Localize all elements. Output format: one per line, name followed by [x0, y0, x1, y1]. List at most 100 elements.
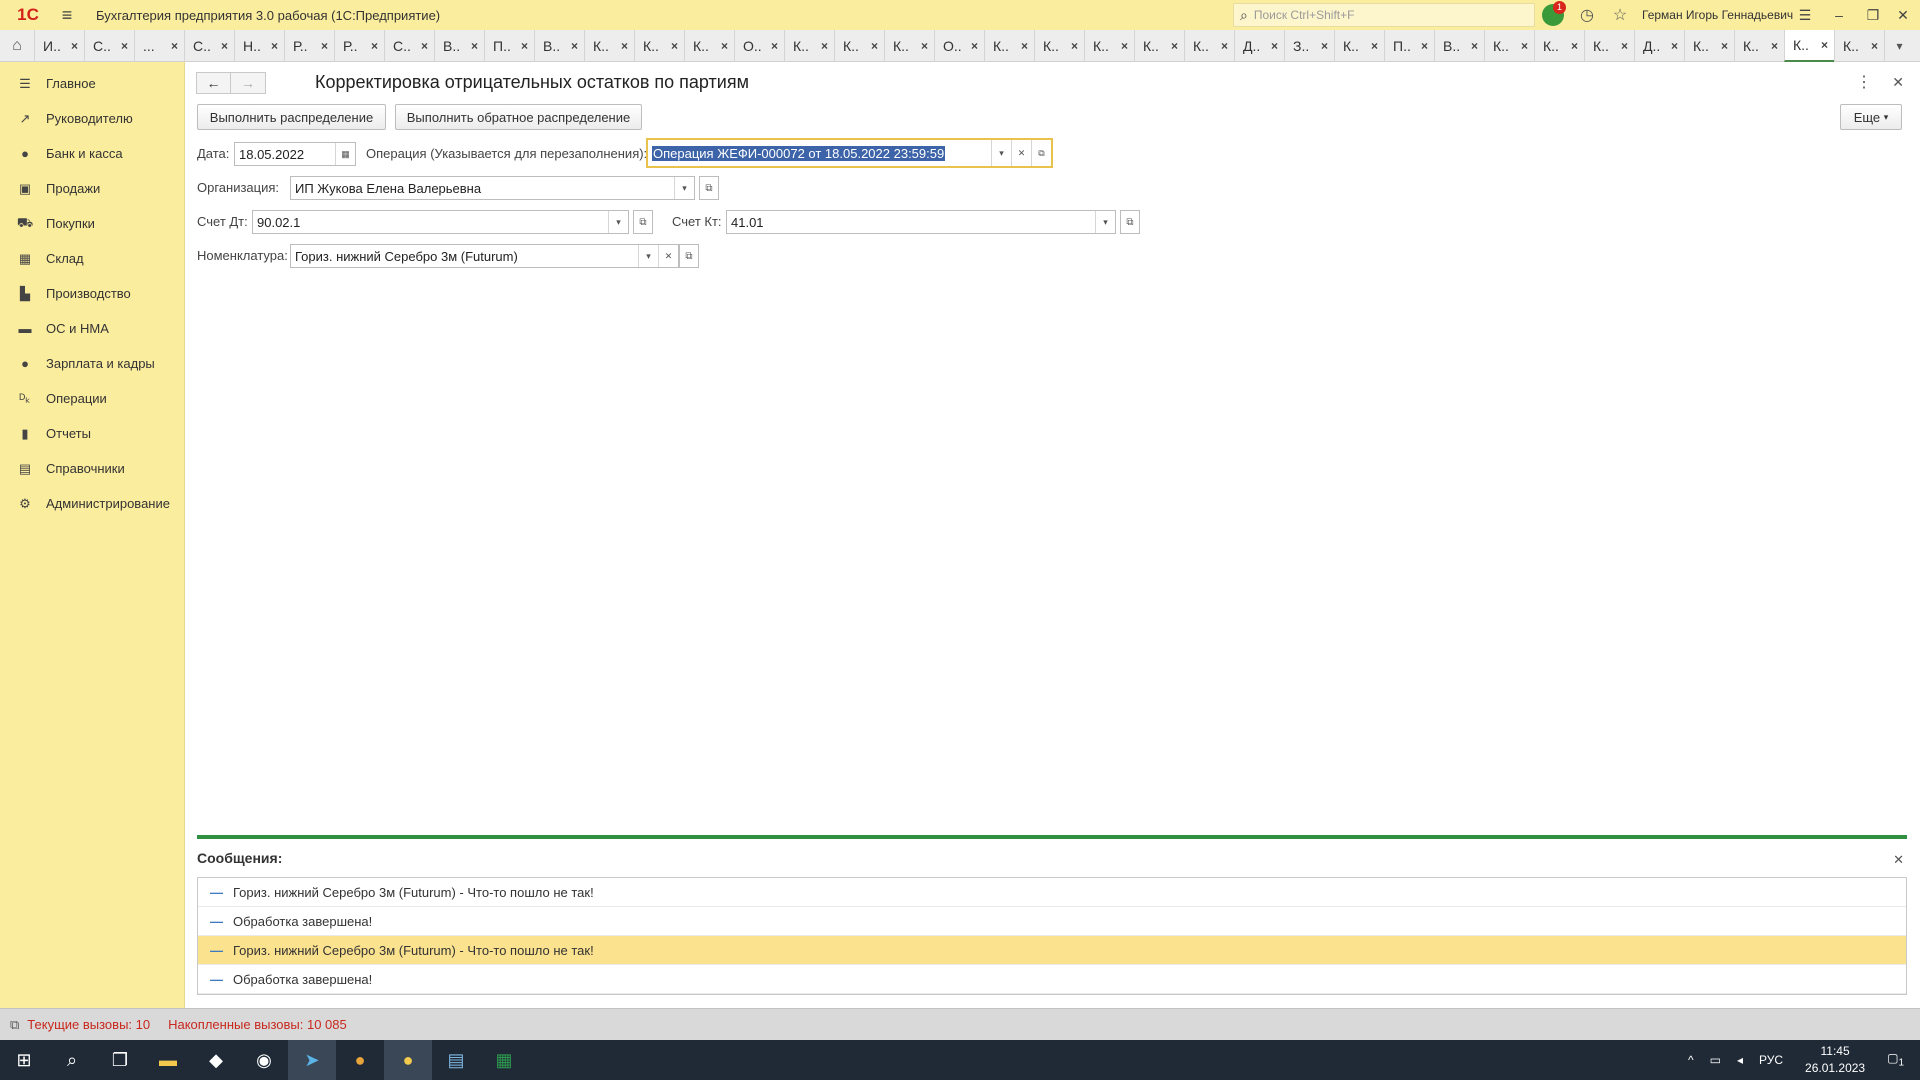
sidebar-item[interactable]: ⚙ Администрирование: [0, 486, 184, 521]
close-form-icon[interactable]: ✕: [1892, 74, 1904, 91]
message-row[interactable]: — Обработка завершена!: [198, 907, 1906, 936]
close-tab-icon[interactable]: ×: [771, 39, 778, 53]
close-tab-icon[interactable]: ×: [1271, 39, 1278, 53]
close-tab-icon[interactable]: ×: [621, 39, 628, 53]
sidebar-item[interactable]: ▬ ОС и НМА: [0, 311, 184, 346]
clear-icon[interactable]: ✕: [658, 245, 678, 267]
reverse-distribute-button[interactable]: Выполнить обратное распределение: [395, 104, 642, 130]
close-tab-icon[interactable]: ×: [1771, 39, 1778, 53]
close-tab-icon[interactable]: ×: [1621, 39, 1628, 53]
close-tab-icon[interactable]: ×: [721, 39, 728, 53]
message-row[interactable]: — Обработка завершена!: [198, 965, 1906, 994]
open-icon[interactable]: ⧉: [679, 244, 699, 268]
sidebar-item[interactable]: ● Зарплата и кадры: [0, 346, 184, 381]
calendar-icon[interactable]: ▦: [335, 143, 355, 165]
tab[interactable]: К.. ×: [984, 29, 1034, 62]
language-indicator[interactable]: РУС: [1759, 1053, 1783, 1067]
network-icon[interactable]: ▭: [1710, 1053, 1721, 1067]
more-options-icon[interactable]: ⋮: [1856, 72, 1872, 92]
close-tab-icon[interactable]: ×: [1221, 39, 1228, 53]
tab[interactable]: К.. ×: [1134, 29, 1184, 62]
tab[interactable]: К.. ×: [1034, 29, 1084, 62]
dropdown-icon[interactable]: ▾: [608, 211, 628, 233]
forward-button[interactable]: →: [231, 72, 266, 94]
tab[interactable]: К.. ×: [1584, 29, 1634, 62]
close-tab-icon[interactable]: ×: [571, 39, 578, 53]
close-tab-icon[interactable]: ×: [321, 39, 328, 53]
tab[interactable]: К.. ×: [584, 29, 634, 62]
close-tab-icon[interactable]: ×: [121, 39, 128, 53]
open-icon[interactable]: ⧉: [633, 210, 653, 234]
restore-icon[interactable]: ❐: [1856, 0, 1890, 30]
file-explorer-icon[interactable]: ▬: [144, 1040, 192, 1080]
sidebar-item[interactable]: ↗ Руководителю: [0, 101, 184, 136]
tab[interactable]: К.. ×: [1684, 29, 1734, 62]
sidebar-item[interactable]: ⛟ Покупки: [0, 206, 184, 241]
close-tab-icon[interactable]: ×: [1821, 38, 1828, 52]
sidebar-item[interactable]: ▣ Продажи: [0, 171, 184, 206]
tab[interactable]: С.. ×: [384, 29, 434, 62]
tab[interactable]: К.. ×: [1484, 29, 1534, 62]
tab[interactable]: Р.. ×: [334, 29, 384, 62]
start-icon[interactable]: ⊞: [0, 1040, 48, 1080]
tab[interactable]: К.. ×: [684, 29, 734, 62]
tab[interactable]: И.. ×: [34, 29, 84, 62]
credit-account-field[interactable]: 41.01 ▾: [726, 210, 1116, 234]
tab[interactable]: ... ×: [134, 29, 184, 62]
close-tab-icon[interactable]: ×: [1521, 39, 1528, 53]
sidebar-item[interactable]: ● Банк и касса: [0, 136, 184, 171]
tab[interactable]: О.. ×: [934, 29, 984, 62]
1c-taskbar-icon[interactable]: ●: [384, 1040, 432, 1080]
close-tab-icon[interactable]: ×: [1571, 39, 1578, 53]
tab[interactable]: К.. ×: [1734, 29, 1784, 62]
org-field[interactable]: ИП Жукова Елена Валерьевна ▾: [290, 176, 695, 200]
message-row[interactable]: — Гориз. нижний Серебро 3м (Futurum) - Чт…: [198, 936, 1906, 965]
close-tab-icon[interactable]: ×: [421, 39, 428, 53]
close-tab-icon[interactable]: ×: [1671, 39, 1678, 53]
dropdown-icon[interactable]: ▾: [638, 245, 658, 267]
clear-icon[interactable]: ✕: [1011, 140, 1031, 166]
tab[interactable]: В.. ×: [434, 29, 484, 62]
sidebar-item[interactable]: ▦ Склад: [0, 241, 184, 276]
close-window-icon[interactable]: ✕: [1886, 0, 1920, 30]
sidebar-item[interactable]: ▤ Справочники: [0, 451, 184, 486]
close-tab-icon[interactable]: ×: [1321, 39, 1328, 53]
open-icon[interactable]: ⧉: [1120, 210, 1140, 234]
open-icon[interactable]: ⧉: [1031, 140, 1051, 166]
tab[interactable]: К.. ×: [1084, 29, 1134, 62]
search-icon[interactable]: ⌕: [48, 1040, 96, 1080]
tab[interactable]: Н.. ×: [234, 29, 284, 62]
tab[interactable]: К.. ×: [1784, 29, 1834, 62]
clock[interactable]: 11:45 26.01.2023: [1805, 1043, 1865, 1077]
tab[interactable]: П.. ×: [1384, 29, 1434, 62]
tab[interactable]: К.. ×: [634, 29, 684, 62]
tab[interactable]: П.. ×: [484, 29, 534, 62]
close-tab-icon[interactable]: ×: [1871, 39, 1878, 53]
close-tab-icon[interactable]: ×: [271, 39, 278, 53]
tab[interactable]: К.. ×: [884, 29, 934, 62]
open-icon[interactable]: ⧉: [699, 176, 719, 200]
close-tab-icon[interactable]: ×: [971, 39, 978, 53]
close-tab-icon[interactable]: ×: [921, 39, 928, 53]
windows-icon[interactable]: ⧉: [10, 1017, 19, 1033]
tab[interactable]: С.. ×: [84, 29, 134, 62]
tab[interactable]: К.. ×: [1534, 29, 1584, 62]
close-tab-icon[interactable]: ×: [871, 39, 878, 53]
tab[interactable]: В.. ×: [1434, 29, 1484, 62]
distribute-button[interactable]: Выполнить распределение: [197, 104, 386, 130]
close-tab-icon[interactable]: ×: [1071, 39, 1078, 53]
close-tab-icon[interactable]: ×: [471, 39, 478, 53]
close-tab-icon[interactable]: ×: [671, 39, 678, 53]
close-tab-icon[interactable]: ×: [1471, 39, 1478, 53]
tab[interactable]: К.. ×: [1184, 29, 1234, 62]
minimize-icon[interactable]: –: [1822, 0, 1856, 30]
close-tab-icon[interactable]: ×: [1171, 39, 1178, 53]
history-icon[interactable]: ◷: [1575, 3, 1599, 27]
volume-icon[interactable]: ◂: [1737, 1053, 1743, 1067]
sidebar-item[interactable]: ▮ Отчеты: [0, 416, 184, 451]
notepad-icon[interactable]: ▤: [432, 1040, 480, 1080]
close-tab-icon[interactable]: ×: [821, 39, 828, 53]
operation-field[interactable]: Операция ЖЕФИ-000072 от 18.05.2022 23:59…: [646, 138, 1053, 168]
app-icon[interactable]: ◆: [192, 1040, 240, 1080]
messages-divider[interactable]: [197, 835, 1907, 839]
